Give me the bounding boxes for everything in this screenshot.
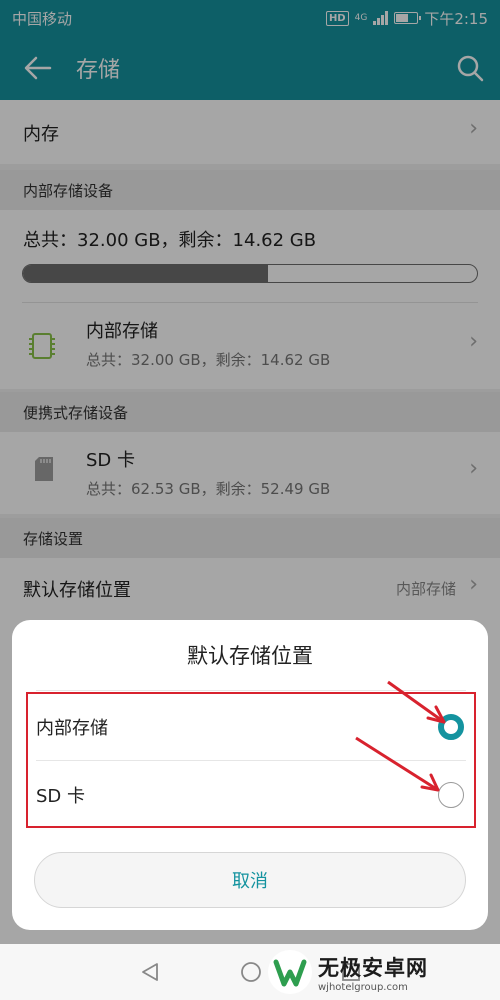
nav-back-icon[interactable] xyxy=(139,961,161,983)
watermark-url: wjhotelgroup.com xyxy=(318,981,408,993)
annotation-arrows xyxy=(355,680,446,792)
cancel-button[interactable]: 取消 xyxy=(34,852,466,908)
nav-home-icon[interactable] xyxy=(239,960,263,984)
watermark-name: 无极安卓网 xyxy=(318,955,428,980)
watermark: 无极安卓网 wjhotelgroup.com xyxy=(268,948,492,996)
watermark-logo-icon xyxy=(268,950,312,994)
default-location-dialog: 默认存储位置 内部存储 SD 卡 取消 xyxy=(12,620,488,930)
